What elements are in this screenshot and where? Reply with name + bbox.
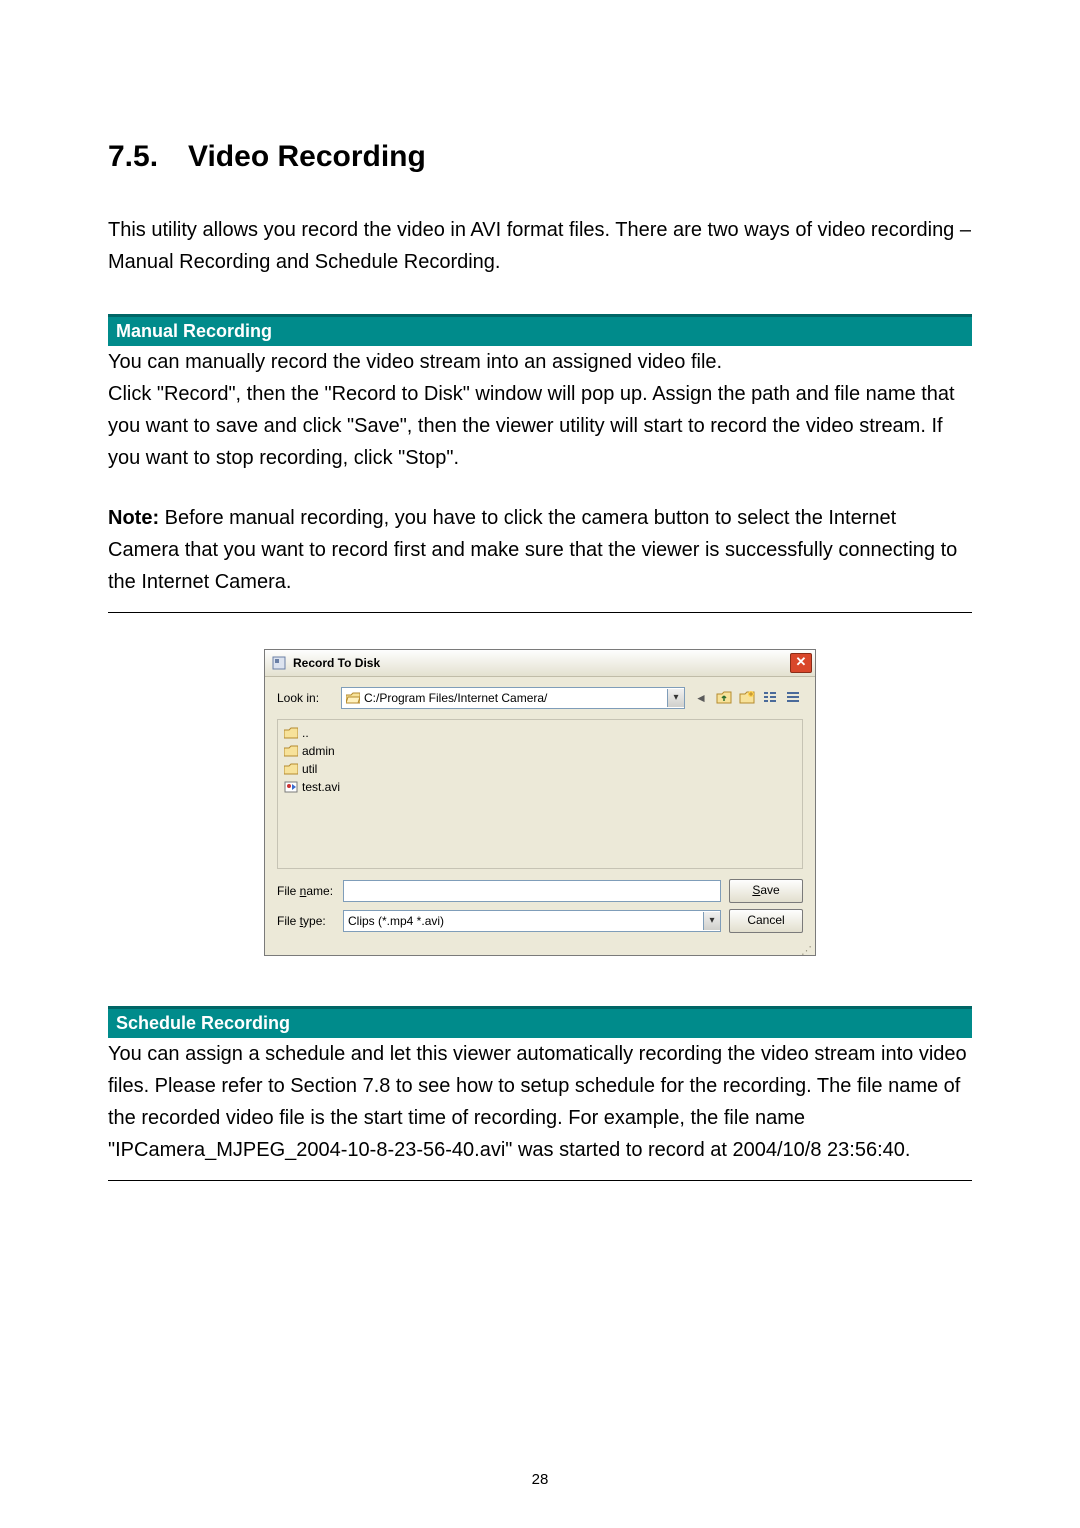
folder-up-icon (716, 689, 732, 708)
section-heading: 7.5.Video Recording (108, 140, 972, 174)
filetype-dropdown[interactable]: Clips (*.mp4 *.avi) ▾ (343, 910, 721, 932)
folder-open-icon (346, 692, 360, 704)
schedule-paragraph: You can assign a schedule and let this v… (108, 1038, 972, 1166)
folder-icon (284, 745, 298, 757)
divider-1 (108, 612, 972, 613)
folder-icon (284, 763, 298, 775)
dialog-titlebar: Record To Disk ✕ (265, 650, 815, 677)
list-item[interactable]: util (284, 760, 796, 778)
page-number: 28 (0, 1471, 1080, 1488)
new-folder-button[interactable] (737, 688, 757, 708)
file-name: test.avi (302, 780, 340, 794)
app-icon (271, 655, 287, 671)
back-button[interactable]: ◄ (691, 688, 711, 708)
filetype-label: File type: (277, 914, 335, 928)
arrow-left-icon: ◄ (695, 691, 707, 705)
list-item[interactable]: test.avi (284, 778, 796, 796)
folder-icon (284, 727, 298, 739)
divider-2 (108, 1180, 972, 1181)
close-icon: ✕ (796, 654, 807, 669)
manual-p2: Click "Record", then the "Record to Disk… (108, 378, 972, 474)
detail-view-icon (785, 689, 801, 708)
note-label: Note: (108, 507, 159, 529)
close-button[interactable]: ✕ (790, 653, 812, 673)
section-title-text: Video Recording (188, 140, 426, 173)
lookin-label: Look in: (277, 691, 335, 705)
file-list[interactable]: .. admin util test.avi (277, 719, 803, 869)
dialog-title: Record To Disk (287, 656, 790, 670)
list-item[interactable]: admin (284, 742, 796, 760)
lookin-dropdown[interactable]: C:/Program Files/Internet Camera/ ▾ (341, 687, 685, 709)
chevron-down-icon: ▾ (703, 912, 720, 930)
list-view-button[interactable] (760, 688, 780, 708)
manual-recording-band: Manual Recording (108, 314, 972, 346)
filetype-value: Clips (*.mp4 *.avi) (348, 914, 444, 928)
lookin-value: C:/Program Files/Internet Camera/ (364, 691, 663, 705)
file-name: .. (302, 726, 309, 740)
detail-view-button[interactable] (783, 688, 803, 708)
up-one-level-button[interactable] (714, 688, 734, 708)
filename-input[interactable] (343, 880, 721, 902)
list-view-icon (762, 689, 778, 708)
new-folder-icon (739, 689, 755, 708)
resize-grip-icon: ⋰ (265, 947, 815, 955)
manual-note: Note: Before manual recording, you have … (108, 502, 972, 598)
file-name: util (302, 762, 317, 776)
chevron-down-icon: ▾ (667, 689, 684, 707)
video-file-icon (284, 781, 298, 793)
intro-paragraph: This utility allows you record the video… (108, 214, 972, 278)
note-text: Before manual recording, you have to cli… (108, 507, 957, 593)
cancel-button[interactable]: Cancel (729, 909, 803, 933)
schedule-recording-band: Schedule Recording (108, 1006, 972, 1038)
filename-label: File name: (277, 884, 335, 898)
manual-p1: You can manually record the video stream… (108, 346, 972, 378)
list-item[interactable]: .. (284, 724, 796, 742)
save-button[interactable]: Save (729, 879, 803, 903)
record-to-disk-dialog: Record To Disk ✕ Look in: C:/Program Fil… (264, 649, 816, 956)
file-name: admin (302, 744, 335, 758)
section-number: 7.5. (108, 140, 188, 174)
